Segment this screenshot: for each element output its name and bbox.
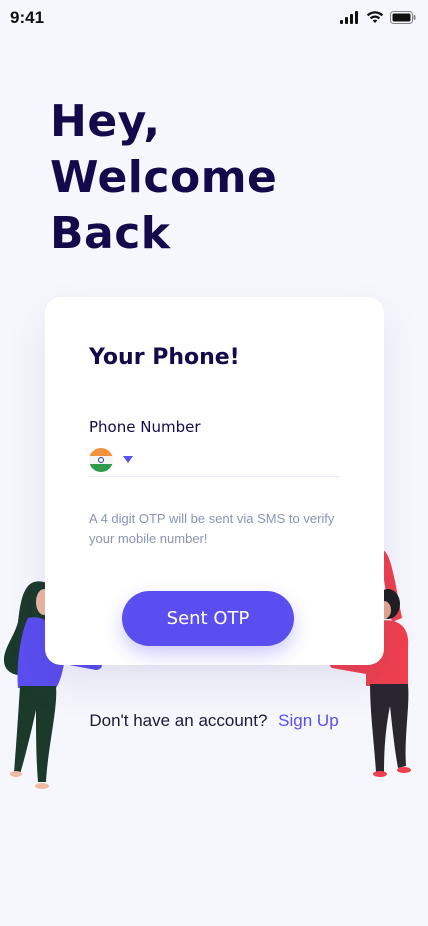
status-time: 9:41 [10, 8, 45, 27]
send-otp-button[interactable]: Sent OTP [122, 591, 294, 646]
status-icons [340, 10, 416, 24]
phone-number-input[interactable] [152, 445, 351, 474]
welcome-heading: Hey, Welcome Back [50, 94, 277, 262]
signup-link[interactable]: Sign Up [278, 711, 338, 730]
status-bar: 9:41 [0, 0, 428, 36]
heading-line-1: Hey, [50, 96, 161, 147]
signup-prompt: Don't have an account? [89, 711, 268, 730]
heading-line-3: Back [50, 208, 171, 259]
battery-icon [390, 10, 416, 24]
phone-number-field [89, 443, 351, 477]
country-dropdown-arrow-icon[interactable] [123, 456, 133, 463]
signal-icon [340, 11, 358, 24]
heading-line-2: Welcome [50, 152, 278, 203]
login-card: Your Phone! Phone Number A 4 digit OTP w… [45, 297, 384, 665]
signup-row: Don't have an account? Sign Up [0, 711, 428, 731]
wifi-icon [366, 11, 384, 23]
otp-hint-text: A 4 digit OTP will be sent via SMS to ve… [89, 511, 335, 546]
india-flag-icon[interactable] [89, 447, 113, 472]
phone-number-label: Phone Number [89, 418, 201, 436]
card-title: Your Phone! [89, 345, 240, 370]
